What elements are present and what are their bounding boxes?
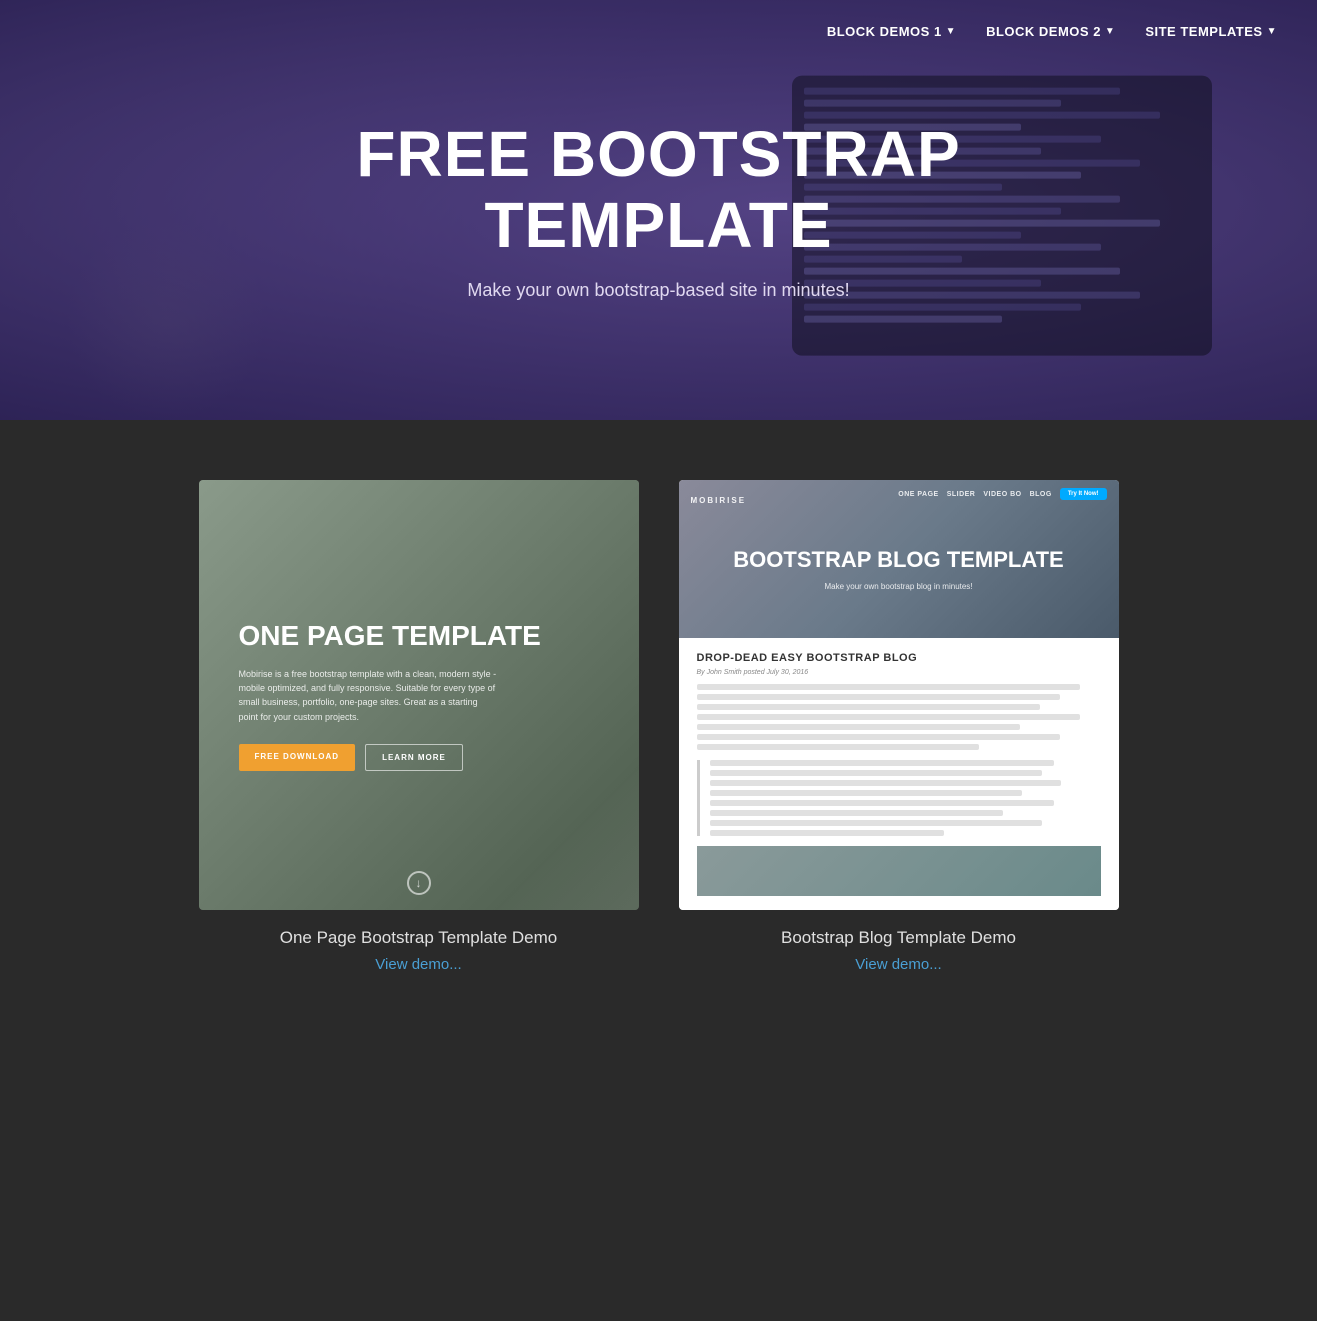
templates-grid: ONE PAGE TEMPLATE Mobirise is a free boo… — [80, 480, 1237, 973]
preview-download-button[interactable]: FREE DOWNLOAD — [239, 744, 356, 771]
blog-nav-slider: SLIDER — [947, 491, 976, 498]
blog-image-strip — [697, 846, 1101, 896]
nav-block-demos-1[interactable]: BLOCK DEMOS 1 ▼ — [817, 18, 966, 45]
blog-text-line-5 — [697, 724, 1020, 730]
blog-nav: MOBIRISE ONE PAGE SLIDER VIDEO BO BLOG T… — [679, 488, 1119, 500]
preview-buttons: FREE DOWNLOAD LEARN MORE — [239, 744, 599, 771]
blog-quote-line-4 — [710, 790, 1023, 796]
blog-hero-subtitle: Make your own bootstrap blog in minutes! — [824, 582, 972, 591]
blog-quote-line-6 — [710, 810, 1003, 816]
blog-nav-video: VIDEO BO — [983, 491, 1021, 498]
blog-quote-line-7 — [710, 820, 1042, 826]
blog-quote-line-2 — [710, 770, 1042, 776]
template-preview-one-page[interactable]: ONE PAGE TEMPLATE Mobirise is a free boo… — [199, 480, 639, 910]
hero-title: FREE BOOTSTRAP TEMPLATE — [309, 119, 1009, 260]
preview-description: Mobirise is a free bootstrap template wi… — [239, 667, 499, 725]
template-link-blog[interactable]: View demo... — [855, 956, 941, 973]
blog-quote-line-1 — [710, 760, 1054, 766]
main-content: ONE PAGE TEMPLATE Mobirise is a free boo… — [0, 420, 1317, 1053]
blog-hero-title: BOOTSTRAP BLOG TEMPLATE — [733, 547, 1063, 573]
dropdown-caret-3: ▼ — [1267, 26, 1277, 37]
scroll-indicator: ↓ — [407, 871, 431, 895]
hero-subtitle: Make your own bootstrap-based site in mi… — [309, 280, 1009, 301]
preview-title: ONE PAGE TEMPLATE — [239, 619, 599, 653]
dropdown-caret-1: ▼ — [946, 26, 956, 37]
blog-post-meta: By John Smith posted July 30, 2016 — [697, 669, 1101, 676]
blog-text-line-1 — [697, 684, 1081, 690]
hero-content: FREE BOOTSTRAP TEMPLATE Make your own bo… — [309, 119, 1009, 301]
blog-text-line-3 — [697, 704, 1040, 710]
blog-text-line-2 — [697, 694, 1061, 700]
preview-hero: ONE PAGE TEMPLATE Mobirise is a free boo… — [199, 480, 639, 910]
blog-quote-line-5 — [710, 800, 1054, 806]
template-card-blog: MOBIRISE ONE PAGE SLIDER VIDEO BO BLOG T… — [679, 480, 1119, 973]
blog-cta-button[interactable]: Try It Now! — [1060, 488, 1107, 500]
main-nav: BLOCK DEMOS 1 ▼ BLOCK DEMOS 2 ▼ SITE TEM… — [787, 0, 1317, 63]
template-preview-blog[interactable]: MOBIRISE ONE PAGE SLIDER VIDEO BO BLOG T… — [679, 480, 1119, 910]
blog-nav-one-page: ONE PAGE — [898, 491, 938, 498]
blog-quote-line-3 — [710, 780, 1062, 786]
blog-text-line-7 — [697, 744, 980, 750]
nav-block-demos-2[interactable]: BLOCK DEMOS 2 ▼ — [976, 18, 1125, 45]
blog-preview-hero: MOBIRISE ONE PAGE SLIDER VIDEO BO BLOG T… — [679, 480, 1119, 638]
template-name-blog: Bootstrap Blog Template Demo — [781, 928, 1016, 948]
blog-nav-blog: BLOG — [1030, 491, 1052, 498]
hero-section: FREE BOOTSTRAP TEMPLATE Make your own bo… — [0, 0, 1317, 420]
template-link-one-page[interactable]: View demo... — [375, 956, 461, 973]
blog-text-line-4 — [697, 714, 1081, 720]
blog-text-line-6 — [697, 734, 1061, 740]
blog-preview-content: DROP-DEAD EASY BOOTSTRAP BLOG By John Sm… — [679, 638, 1119, 910]
template-name-one-page: One Page Bootstrap Template Demo — [280, 928, 558, 948]
dropdown-caret-2: ▼ — [1105, 26, 1115, 37]
preview-learn-button[interactable]: LEARN MORE — [365, 744, 463, 771]
nav-site-templates[interactable]: SITE TEMPLATES ▼ — [1135, 18, 1287, 45]
hero-left-decoration — [66, 220, 266, 420]
blog-post-title: DROP-DEAD EASY BOOTSTRAP BLOG — [697, 652, 1101, 664]
template-card-one-page: ONE PAGE TEMPLATE Mobirise is a free boo… — [199, 480, 639, 973]
blog-brand: MOBIRISE — [691, 496, 747, 505]
blog-quote-line-8 — [710, 830, 945, 836]
blog-blockquote — [697, 760, 1101, 836]
